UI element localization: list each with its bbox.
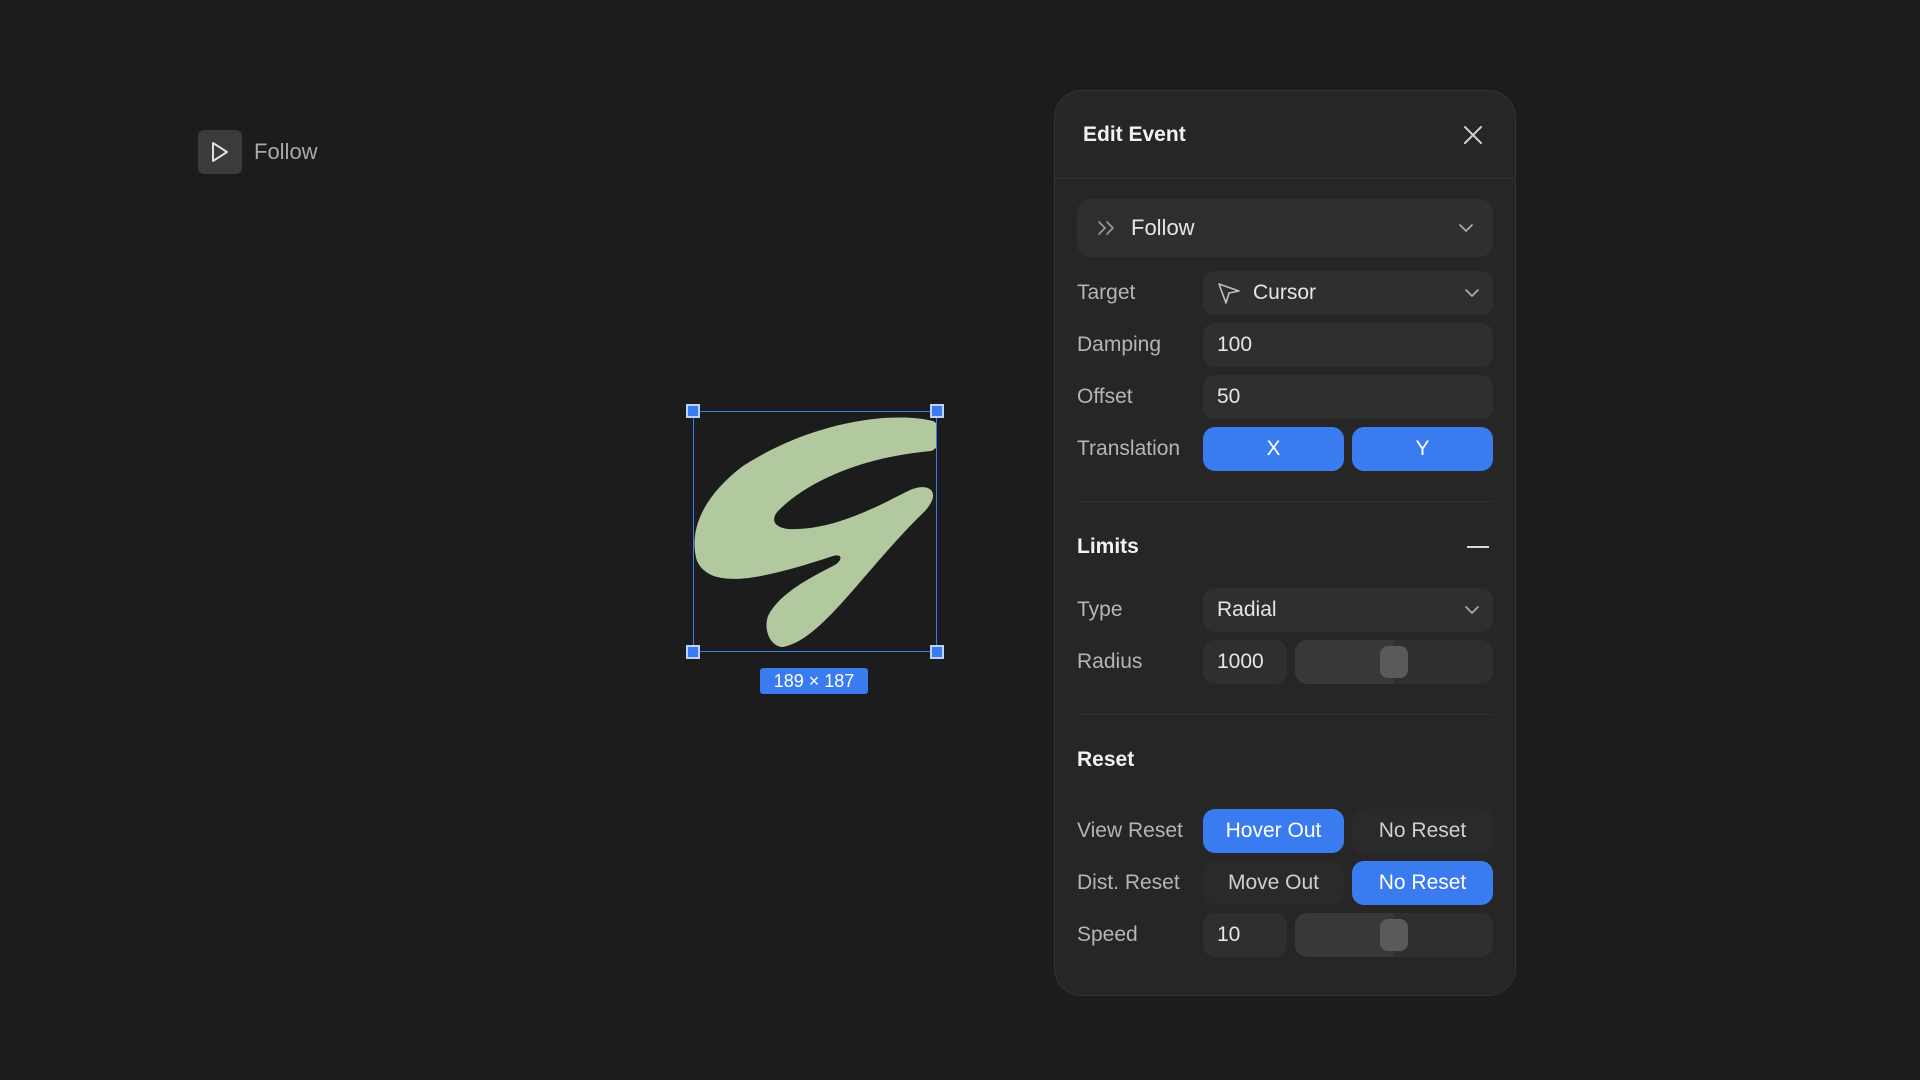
limits-type-value: Radial <box>1217 598 1277 621</box>
target-select[interactable]: Cursor <box>1203 271 1493 315</box>
radius-row: Radius 1000 <box>1077 640 1493 684</box>
limits-type-select[interactable]: Radial <box>1203 588 1493 632</box>
panel-header: Edit Event <box>1055 91 1515 179</box>
limits-type-label: Type <box>1077 598 1123 621</box>
view-reset-no-reset[interactable]: No Reset <box>1352 809 1493 853</box>
panel-title: Edit Event <box>1083 122 1186 146</box>
cursor-icon <box>1218 283 1240 304</box>
limits-section-header: Limits <box>1077 532 1493 562</box>
play-event-label: Follow <box>254 139 318 164</box>
reset-title: Reset <box>1077 748 1135 771</box>
radius-input[interactable]: 1000 <box>1203 640 1287 684</box>
translation-y-toggle[interactable]: Y <box>1352 427 1493 471</box>
double-chevron-right-icon <box>1098 221 1114 235</box>
resize-handle-bottom-right[interactable] <box>930 645 944 659</box>
divider <box>1077 501 1493 502</box>
edit-event-panel: Edit Event Follow Target Cursor Damping … <box>1054 90 1516 996</box>
radius-slider-knob[interactable] <box>1380 646 1408 678</box>
translation-label: Translation <box>1077 437 1181 460</box>
reset-section-header: Reset <box>1077 745 1493 775</box>
translation-row: Translation X Y <box>1077 427 1493 471</box>
chevron-down-icon <box>1465 289 1479 298</box>
speed-row: Speed 10 <box>1077 913 1493 957</box>
view-reset-hover-out[interactable]: Hover Out <box>1203 809 1344 853</box>
radius-slider[interactable] <box>1295 640 1493 684</box>
dist-reset-move-out[interactable]: Move Out <box>1203 861 1344 905</box>
size-badge: 189 × 187 <box>760 668 868 694</box>
play-event-chip: Follow <box>198 130 318 174</box>
speed-input[interactable]: 10 <box>1203 913 1287 957</box>
event-type-value: Follow <box>1131 215 1195 240</box>
event-type-select[interactable]: Follow <box>1077 199 1493 257</box>
selection-frame[interactable] <box>686 404 944 659</box>
dist-reset-row: Dist. Reset Move Out No Reset <box>1077 861 1493 905</box>
speed-label: Speed <box>1077 923 1138 946</box>
collapse-minus-icon[interactable] <box>1467 546 1489 548</box>
play-button[interactable] <box>198 130 242 174</box>
speed-slider[interactable] <box>1295 913 1493 957</box>
play-icon <box>212 142 228 162</box>
offset-row: Offset 50 <box>1077 375 1493 419</box>
dist-reset-label: Dist. Reset <box>1077 871 1180 894</box>
target-row: Target Cursor <box>1077 271 1493 315</box>
view-reset-label: View Reset <box>1077 819 1183 842</box>
translation-x-toggle[interactable]: X <box>1203 427 1344 471</box>
close-button[interactable] <box>1459 121 1487 149</box>
view-reset-row: View Reset Hover Out No Reset <box>1077 809 1493 853</box>
offset-label: Offset <box>1077 385 1133 408</box>
target-label: Target <box>1077 281 1136 304</box>
radius-label: Radius <box>1077 650 1143 673</box>
damping-row: Damping 100 <box>1077 323 1493 367</box>
limits-title: Limits <box>1077 535 1139 558</box>
chevron-down-icon <box>1459 224 1473 233</box>
chevron-down-icon <box>1465 606 1479 615</box>
dist-reset-no-reset[interactable]: No Reset <box>1352 861 1493 905</box>
offset-input[interactable]: 50 <box>1203 375 1493 419</box>
resize-handle-bottom-left[interactable] <box>686 645 700 659</box>
damping-input[interactable]: 100 <box>1203 323 1493 367</box>
close-icon <box>1464 125 1482 144</box>
damping-label: Damping <box>1077 333 1162 356</box>
target-value: Cursor <box>1253 281 1317 304</box>
resize-handle-top-right[interactable] <box>930 404 944 418</box>
resize-handle-top-left[interactable] <box>686 404 700 418</box>
limits-type-row: Type Radial <box>1077 588 1493 632</box>
speed-slider-knob[interactable] <box>1380 919 1408 951</box>
divider <box>1077 714 1493 715</box>
